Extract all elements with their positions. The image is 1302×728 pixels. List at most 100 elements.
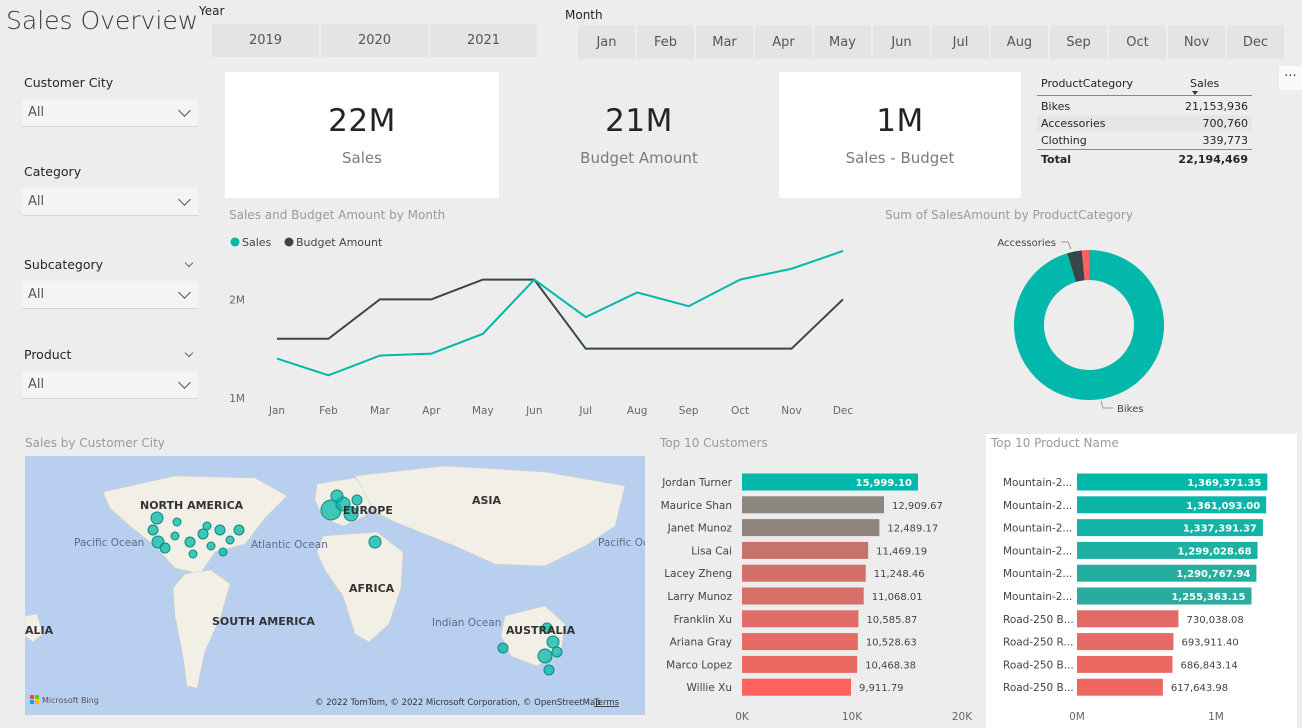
- month-option-oct[interactable]: Oct: [1109, 25, 1166, 59]
- year-option-2020[interactable]: 2020: [321, 24, 428, 57]
- legend-label[interactable]: Sales: [242, 236, 272, 249]
- month-slicer-label: Month: [565, 8, 603, 22]
- bar[interactable]: [1077, 633, 1174, 651]
- map-visual[interactable]: NORTH AMERICA EUROPE ASIA AFRICA SOUTH A…: [25, 456, 645, 715]
- month-option-sep[interactable]: Sep: [1050, 25, 1107, 59]
- top-products-panel: Top 10 Product Name Mountain-2... 1,369,3…: [986, 434, 1297, 728]
- line-chart[interactable]: Sales Budget Amount 1M 2M Jan Feb Mar Apr May Jun…: [225, 230, 865, 430]
- table-row[interactable]: Bikes 21,153,936: [1037, 98, 1252, 115]
- month-option-may[interactable]: May: [814, 25, 871, 59]
- bar-category-label: Mountain-2...: [1003, 591, 1072, 603]
- map-label-indian: Indian Ocean: [432, 617, 501, 629]
- x-tick-label: Mar: [370, 405, 390, 417]
- table-cell: Accessories: [1041, 117, 1106, 130]
- bar-data-label: 730,038.08: [1186, 615, 1243, 626]
- kpi-label: Sales - Budget: [845, 149, 955, 167]
- table-cell: Total: [1041, 153, 1072, 166]
- table-cell: 339,773: [1202, 134, 1249, 147]
- month-option-jun[interactable]: Jun: [873, 25, 930, 59]
- bar[interactable]: [742, 541, 869, 559]
- x-tick-label: 10K: [842, 711, 863, 723]
- year-slicer: 2019 2020 2021: [212, 24, 537, 57]
- slicer-category: Category All: [22, 164, 198, 216]
- bar[interactable]: [742, 655, 858, 673]
- bar[interactable]: [742, 587, 864, 605]
- month-option-jan[interactable]: Jan: [578, 25, 635, 59]
- table-cell: 21,153,936: [1185, 100, 1248, 113]
- month-option-jul[interactable]: Jul: [932, 25, 989, 59]
- bar-data-label: 1,369,371.35: [1187, 478, 1261, 489]
- month-option-mar[interactable]: Mar: [696, 25, 753, 59]
- bar[interactable]: [742, 519, 880, 537]
- bar-category-label: Willie Xu: [687, 682, 732, 694]
- slicer-label: Product: [24, 347, 72, 362]
- collapse-chevron-icon[interactable]: [184, 348, 194, 357]
- map-label-africa: AFRICA: [349, 582, 395, 595]
- bar[interactable]: [1077, 610, 1179, 628]
- collapse-chevron-icon[interactable]: [184, 258, 194, 267]
- map-label-europe: EUROPE: [343, 504, 393, 517]
- bar-category-label: Janet Munoz: [667, 523, 733, 535]
- bar[interactable]: [742, 496, 885, 514]
- label-leader-line: [1061, 241, 1072, 250]
- year-slicer-label: Year: [199, 4, 225, 18]
- kpi-card-variance[interactable]: 1M Sales - Budget: [779, 72, 1021, 198]
- bar[interactable]: [742, 633, 858, 651]
- world-map: NORTH AMERICA EUROPE ASIA AFRICA SOUTH A…: [25, 465, 645, 708]
- bar-category-label: Mountain-2...: [1003, 545, 1072, 557]
- chevron-down-icon: [178, 192, 191, 206]
- bar[interactable]: [742, 678, 852, 696]
- bar[interactable]: [742, 564, 866, 582]
- kpi-value: 1M: [876, 103, 924, 139]
- column-header[interactable]: ProductCategory: [1041, 77, 1133, 90]
- month-option-dec[interactable]: Dec: [1227, 25, 1284, 59]
- top-products-chart[interactable]: Mountain-2... 1,369,371.35 Mountain-2... 1,…: [986, 462, 1297, 728]
- table-cell: Clothing: [1041, 134, 1087, 147]
- donut-label-accessories: Accessories: [997, 238, 1056, 249]
- bar-data-label: 617,643.98: [1171, 683, 1228, 694]
- kpi-card-sales[interactable]: 22M Sales: [225, 72, 499, 198]
- month-option-feb[interactable]: Feb: [637, 25, 694, 59]
- table-total-row: Total 22,194,469: [1037, 149, 1252, 169]
- dropdown-value: All: [28, 194, 45, 209]
- bar-data-label: 1,290,767.94: [1176, 569, 1250, 580]
- year-option-2019[interactable]: 2019: [212, 24, 319, 57]
- bar-data-label: 10,585.87: [866, 615, 917, 626]
- bing-logo: Microsoft Bing: [30, 695, 99, 705]
- table-row[interactable]: Accessories 700,760: [1037, 115, 1252, 132]
- map-terms-link[interactable]: Terms: [593, 698, 620, 708]
- table-row[interactable]: Clothing 339,773: [1037, 132, 1252, 149]
- table-cell: 700,760: [1202, 117, 1249, 130]
- month-option-apr[interactable]: Apr: [755, 25, 812, 59]
- map-label-pacific-east: Pacific Ocean: [598, 537, 645, 549]
- bar[interactable]: [742, 610, 859, 628]
- kpi-value: 21M: [605, 103, 673, 139]
- subcategory-dropdown[interactable]: All: [22, 281, 198, 309]
- legend-label[interactable]: Budget Amount: [296, 236, 383, 249]
- series-line-budget-amount[interactable]: [277, 278, 844, 350]
- year-option-2021[interactable]: 2021: [430, 24, 537, 57]
- map-label-atlantic: Atlantic Ocean: [251, 539, 328, 551]
- column-header-sales[interactable]: Sales: [1190, 77, 1248, 95]
- top-customers-chart[interactable]: Jordan Turner 15,999.10 Maurice Shan 12,909…: [655, 462, 980, 728]
- bar-category-label: Road-250 B...: [1003, 659, 1074, 671]
- bar[interactable]: [1077, 678, 1163, 696]
- month-option-nov[interactable]: Nov: [1168, 25, 1225, 59]
- product-dropdown[interactable]: All: [22, 371, 198, 399]
- x-tick-label: May: [472, 405, 494, 417]
- bar-data-label: 1,255,363.15: [1171, 592, 1245, 603]
- bar-category-label: Marco Lopez: [666, 659, 732, 671]
- kpi-value: 22M: [328, 103, 396, 139]
- kpi-card-budget[interactable]: 21M Budget Amount: [502, 72, 776, 198]
- more-options-icon[interactable]: ···: [1279, 66, 1302, 90]
- donut-chart[interactable]: Accessories Bikes: [985, 225, 1185, 425]
- bar-data-label: 11,469.19: [876, 546, 927, 557]
- month-option-aug[interactable]: Aug: [991, 25, 1048, 59]
- bar[interactable]: [1077, 655, 1173, 673]
- sort-descending-icon: [1192, 91, 1198, 95]
- customer-city-dropdown[interactable]: All: [22, 99, 198, 127]
- category-dropdown[interactable]: All: [22, 188, 198, 216]
- kpi-label: Sales: [342, 149, 382, 167]
- dropdown-value: All: [28, 105, 45, 120]
- slicer-product: Product All: [22, 347, 198, 399]
